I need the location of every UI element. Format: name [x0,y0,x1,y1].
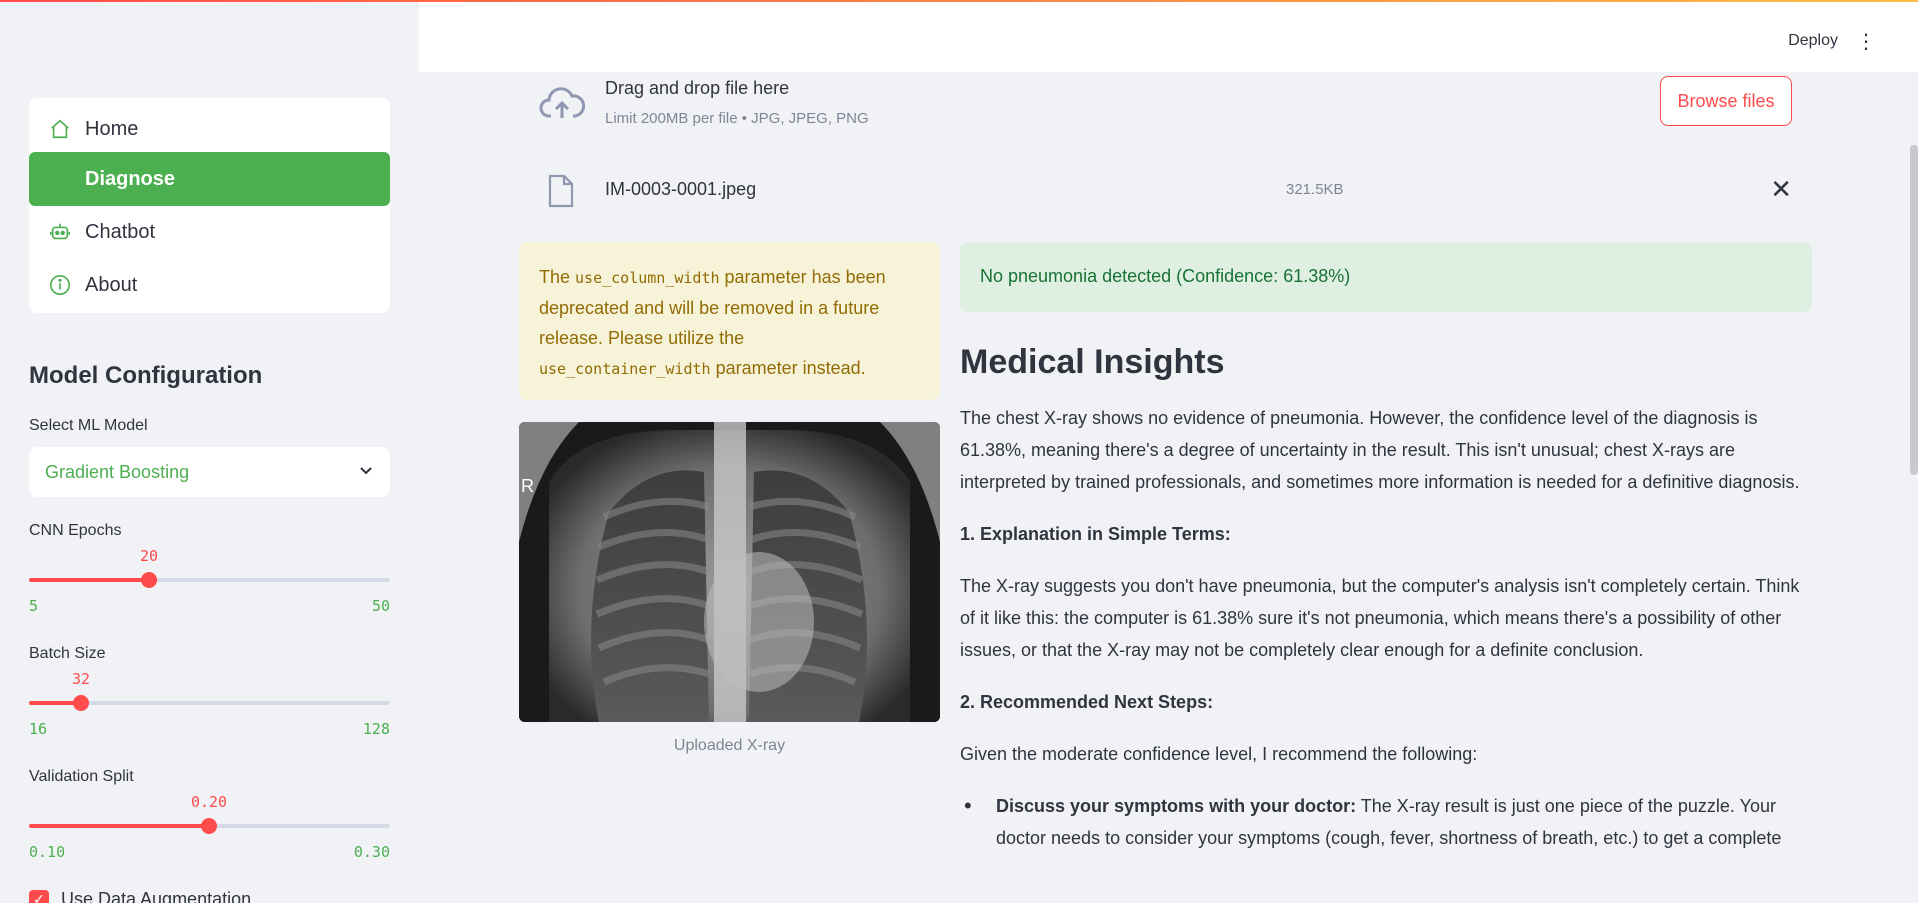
nav-item-about[interactable]: About [29,258,390,312]
slider-min: 0.10 [29,843,66,861]
batch-size-label: Batch Size [29,645,106,662]
slider-thumb[interactable] [141,572,157,588]
remove-file-button[interactable]: ✕ [1770,176,1792,202]
insights-heading-2: 2. Recommended Next Steps: [960,692,1214,712]
result-success-alert: No pneumonia detected (Confidence: 61.38… [960,242,1812,312]
uploaded-file-row: IM-0003-0001.jpeg 321.5KB ✕ [519,168,1812,214]
slider-max: 50 [371,597,390,615]
model-select[interactable]: Gradient Boosting [29,447,390,497]
nav-label-home: Home [85,117,139,140]
nav-label-about: About [85,273,138,296]
insights-paragraph-1: The X-ray suggests you don't have pneumo… [960,576,1800,660]
top-accent-line [0,0,1918,2]
sidebar: Home Diagnose Chatbot About Model Config… [0,0,419,903]
batch-size-slider[interactable]: 32 16 128 [29,670,390,740]
app-header: Deploy ⋮ [419,2,1918,72]
dropzone-hint: Limit 200MB per file • JPG, JPEG, PNG [605,110,869,127]
nav-menu: Home Diagnose Chatbot About [29,98,390,313]
slider-max: 128 [362,720,390,738]
info-icon [47,272,73,298]
more-menu-icon[interactable]: ⋮ [1856,32,1876,52]
page-scrollbar[interactable] [1910,145,1918,475]
image-caption: Uploaded X-ray [673,737,786,754]
section-title: Model Configuration [29,362,263,389]
augmentation-label: Use Data Augmentation [61,889,252,903]
validation-split-label: Validation Split [29,768,134,785]
epochs-slider[interactable]: 20 5 50 [29,547,390,617]
nav-item-diagnose[interactable]: Diagnose [29,152,390,206]
file-size: 321.5KB [1286,181,1344,198]
slider-thumb[interactable] [73,695,89,711]
warning-code: use_column_width [575,269,720,287]
nav-label-diagnose: Diagnose [85,167,176,190]
deploy-button[interactable]: Deploy [1788,32,1838,50]
dropzone-title: Drag and drop file here [605,78,790,98]
recommendations-list: Discuss your symptoms with your doctor: … [960,790,1812,854]
slider-thumb[interactable] [201,818,217,834]
model-select-label: Select ML Model [29,417,148,434]
robot-icon [47,219,73,245]
slider-fill [29,578,149,582]
deprecation-warning: The use_column_width parameter has been … [519,242,940,400]
slider-value: 32 [71,670,91,688]
epochs-label: CNN Epochs [29,522,122,539]
xray-side-marker: R [521,476,534,496]
slider-min: 16 [29,720,48,738]
cloud-upload-icon [539,84,586,129]
slider-value: 0.20 [190,793,228,811]
checkmark-icon: ✓ [29,889,49,903]
list-item: Discuss your symptoms with your doctor: … [960,790,1812,854]
chevron-down-icon [358,462,374,483]
file-name: IM-0003-0001.jpeg [605,179,757,199]
medical-insights: Medical Insights The chest X-ray shows n… [960,340,1812,854]
insights-intro: The chest X-ray shows no evidence of pne… [960,408,1800,492]
bullet-bold: Discuss your symptoms with your doctor: [996,796,1357,816]
browse-files-button[interactable]: Browse files [1660,76,1792,126]
validation-split-slider[interactable]: 0.20 0.10 0.30 [29,793,390,863]
insights-paragraph-2: Given the moderate confidence level, I r… [960,744,1478,764]
slider-max: 0.30 [353,843,390,861]
xray-image: R [519,422,940,722]
warning-text: parameter instead. [710,358,866,378]
warning-code: use_container_width [539,360,711,378]
insights-heading-1: 1. Explanation in Simple Terms: [960,524,1231,544]
slider-fill [29,824,209,828]
slider-value: 20 [139,547,159,565]
warning-text: The [539,267,576,287]
file-icon [547,174,575,213]
augmentation-checkbox[interactable]: ✓ Use Data Augmentation [29,889,251,903]
file-uploader-dropzone[interactable]: Drag and drop file here Limit 200MB per … [519,72,1812,151]
nav-item-chatbot[interactable]: Chatbot [29,205,390,259]
nav-item-home[interactable]: Home [29,102,390,156]
insights-title: Medical Insights [960,343,1225,381]
nav-label-chatbot: Chatbot [85,220,156,243]
slider-min: 5 [29,597,39,615]
model-select-value: Gradient Boosting [45,461,190,482]
home-icon [47,116,73,142]
